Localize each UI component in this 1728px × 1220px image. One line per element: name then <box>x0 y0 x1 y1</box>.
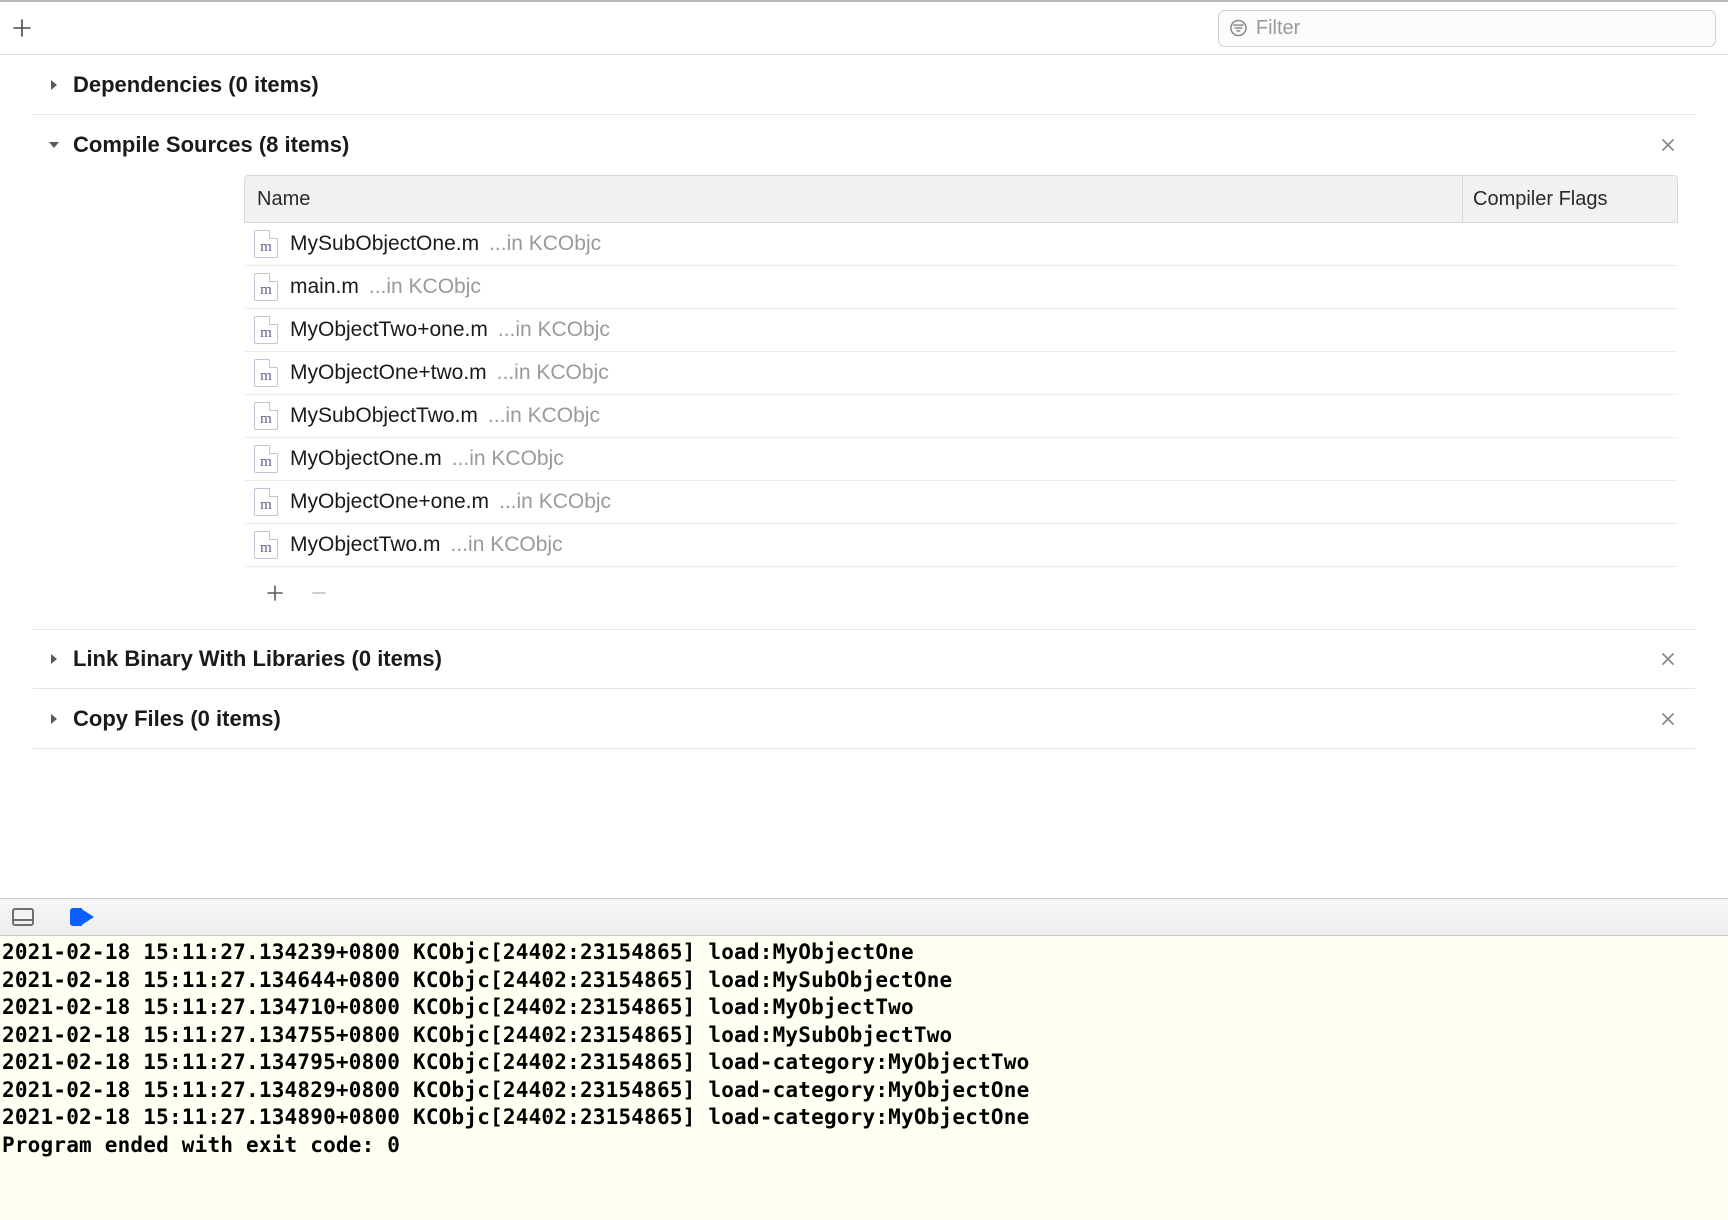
file-location: ...in KCObjc <box>369 275 481 299</box>
file-name: MyObjectOne+two.m <box>290 361 487 385</box>
toggle-debug-panel-button[interactable] <box>12 908 34 926</box>
objc-file-icon: m <box>254 488 278 516</box>
add-build-phase-button[interactable] <box>8 14 36 42</box>
remove-phase-button[interactable] <box>1657 134 1679 156</box>
filter-field[interactable] <box>1218 10 1716 47</box>
table-footer <box>244 567 1678 611</box>
filter-icon <box>1229 18 1248 38</box>
section-compile-sources[interactable]: Compile Sources (8 items) <box>33 115 1695 175</box>
filter-input[interactable] <box>1256 17 1705 40</box>
objc-file-icon: m <box>254 445 278 473</box>
disclosure-right-icon <box>43 74 65 96</box>
plus-icon <box>12 18 32 38</box>
compile-sources-table: Name Compiler Flags m MySubObjectOne.m...… <box>244 175 1678 611</box>
file-name: MySubObjectOne.m <box>290 232 479 256</box>
section-title: Dependencies (0 items) <box>73 72 319 98</box>
section-copy-files[interactable]: Copy Files (0 items) <box>33 689 1695 749</box>
disclosure-right-icon <box>43 648 65 670</box>
table-row[interactable]: m main.m ...in KCObjc <box>244 266 1678 309</box>
table-header: Name Compiler Flags <box>244 175 1678 223</box>
file-location: ...in KCObjc <box>488 404 600 428</box>
build-phases-content: Dependencies (0 items) Compile Sources (… <box>0 55 1728 898</box>
objc-file-icon: m <box>254 402 278 430</box>
section-title: Link Binary With Libraries (0 items) <box>73 646 442 672</box>
file-name: MySubObjectTwo.m <box>290 404 478 428</box>
disclosure-right-icon <box>43 708 65 730</box>
file-location: ...in KCObjc <box>451 533 563 557</box>
table-row[interactable]: m MySubObjectOne.m ...in KCObjc <box>244 223 1678 266</box>
file-name: MyObjectTwo.m <box>290 533 441 557</box>
minus-icon <box>310 584 328 602</box>
file-location: ...in KCObjc <box>497 361 609 385</box>
section-title: Compile Sources (8 items) <box>73 132 349 158</box>
add-file-button[interactable] <box>264 582 286 604</box>
table-row[interactable]: m MySubObjectTwo.m ...in KCObjc <box>244 395 1678 438</box>
section-dependencies[interactable]: Dependencies (0 items) <box>33 55 1695 115</box>
close-icon <box>1660 651 1676 667</box>
table-row[interactable]: m MyObjectOne+one.m ...in KCObjc <box>244 481 1678 524</box>
table-row[interactable]: m MyObjectOne.m ...in KCObjc <box>244 438 1678 481</box>
table-body: m MySubObjectOne.m ...in KCObjc m main.m ...i… <box>244 223 1678 567</box>
breakpoint-icon <box>80 908 94 926</box>
table-row[interactable]: m MyObjectTwo+one.m ...in KCObjc <box>244 309 1678 352</box>
build-phases-toolbar <box>0 0 1728 55</box>
file-location: ...in KCObjc <box>499 490 611 514</box>
file-name: MyObjectOne+one.m <box>290 490 489 514</box>
remove-phase-button[interactable] <box>1657 648 1679 670</box>
file-location: ...in KCObjc <box>498 318 610 342</box>
remove-file-button[interactable] <box>308 582 330 604</box>
table-row[interactable]: m MyObjectOne+two.m ...in KCObjc <box>244 352 1678 395</box>
plus-icon <box>266 584 284 602</box>
objc-file-icon: m <box>254 316 278 344</box>
column-header-name[interactable]: Name <box>245 188 1462 211</box>
column-header-flags[interactable]: Compiler Flags <box>1462 176 1677 222</box>
file-name: MyObjectOne.m <box>290 447 442 471</box>
close-icon <box>1660 137 1676 153</box>
objc-file-icon: m <box>254 531 278 559</box>
section-link-binary[interactable]: Link Binary With Libraries (0 items) <box>33 629 1695 689</box>
console-output[interactable]: 2021-02-18 15:11:27.134239+0800 KCObjc[2… <box>0 936 1728 1220</box>
objc-file-icon: m <box>254 230 278 258</box>
breakpoint-button[interactable] <box>68 908 94 926</box>
objc-file-icon: m <box>254 273 278 301</box>
file-location: ...in KCObjc <box>452 447 564 471</box>
objc-file-icon: m <box>254 359 278 387</box>
console-toolbar <box>0 898 1728 936</box>
disclosure-down-icon <box>43 134 65 156</box>
file-name: main.m <box>290 275 359 299</box>
remove-phase-button[interactable] <box>1657 708 1679 730</box>
file-name: MyObjectTwo+one.m <box>290 318 488 342</box>
section-title: Copy Files (0 items) <box>73 706 281 732</box>
file-location: ...in KCObjc <box>489 232 601 256</box>
table-row[interactable]: m MyObjectTwo.m ...in KCObjc <box>244 524 1678 567</box>
close-icon <box>1660 711 1676 727</box>
